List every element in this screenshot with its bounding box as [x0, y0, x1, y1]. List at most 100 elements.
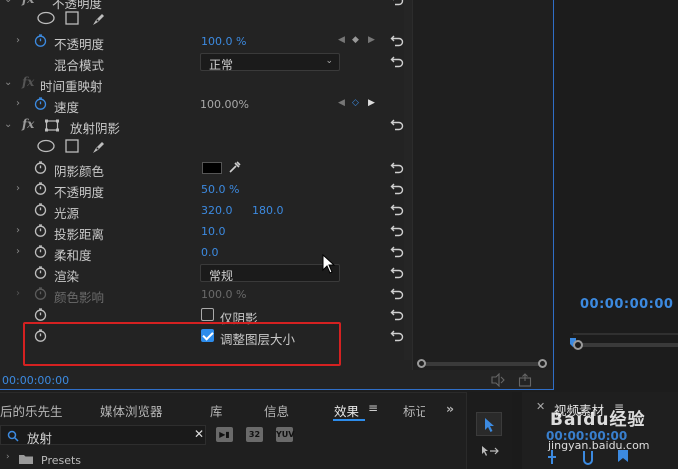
- tab-project[interactable]: 后的乐先生: [0, 401, 63, 420]
- ellipse-mask-icon[interactable]: [37, 11, 55, 25]
- checkbox-label: 调整图层大小: [220, 332, 296, 347]
- projection-distance-value[interactable]: 10.0: [201, 225, 226, 238]
- reset-icon[interactable]: [390, 328, 404, 342]
- reset-icon[interactable]: [390, 202, 404, 216]
- stopwatch-icon[interactable]: [34, 161, 47, 174]
- expand-chevron-icon[interactable]: ›: [6, 452, 10, 462]
- expand-chevron-icon[interactable]: ›: [16, 35, 20, 46]
- reset-icon[interactable]: [390, 117, 404, 131]
- timeline-zoom-scrollbar[interactable]: [417, 358, 549, 370]
- property-label: 投影距离: [54, 227, 105, 242]
- close-icon[interactable]: ✕: [536, 400, 545, 413]
- rectangle-mask-icon[interactable]: [65, 139, 79, 153]
- 32bit-filter-button[interactable]: 32: [246, 427, 263, 442]
- clear-search-icon[interactable]: ✕: [194, 427, 204, 441]
- add-keyframe-icon[interactable]: ◆: [352, 35, 366, 49]
- stopwatch-icon[interactable]: [34, 224, 47, 237]
- reset-icon[interactable]: [390, 265, 404, 279]
- shadow-only-row: 仅阴影: [0, 305, 412, 326]
- tab-info[interactable]: 信息: [264, 401, 289, 420]
- scrollbar-handle-left[interactable]: [417, 359, 426, 368]
- blend-mode-dropdown[interactable]: 正常 ⌄: [200, 53, 340, 72]
- eyedropper-icon[interactable]: [228, 160, 242, 174]
- stopwatch-icon[interactable]: [34, 203, 47, 216]
- expand-chevron-icon[interactable]: ›: [16, 183, 20, 194]
- prev-keyframe-icon[interactable]: ◀: [338, 35, 352, 49]
- prev-keyframe-icon[interactable]: ◀: [338, 98, 352, 112]
- more-tabs-icon[interactable]: »: [446, 401, 454, 416]
- softness-value[interactable]: 0.0: [201, 246, 219, 259]
- reset-icon[interactable]: [390, 223, 404, 237]
- program-time-ruler[interactable]: [570, 330, 678, 360]
- stopwatch-icon[interactable]: [34, 34, 47, 47]
- stopwatch-icon[interactable]: [34, 245, 47, 258]
- next-keyframe-icon[interactable]: ▶: [368, 98, 382, 112]
- effect-controls-timeline[interactable]: [412, 0, 553, 390]
- add-keyframe-icon[interactable]: ◇: [352, 98, 366, 112]
- shadow-only-checkbox[interactable]: [201, 308, 214, 321]
- rectangle-mask-icon[interactable]: [65, 11, 79, 25]
- speed-value[interactable]: 100.00%: [200, 98, 249, 111]
- scrollbar-handle-right[interactable]: [538, 359, 547, 368]
- panel-menu-icon[interactable]: ≡: [614, 400, 624, 414]
- light-source-x[interactable]: 320.0: [201, 204, 233, 217]
- expand-chevron-icon[interactable]: ›: [16, 225, 20, 236]
- time-remap-header[interactable]: ⌄ fx 时间重映射: [0, 73, 412, 94]
- stopwatch-icon[interactable]: [34, 308, 47, 321]
- accelerated-effects-filter-icon[interactable]: ▶▮: [216, 427, 233, 442]
- color-influence-row: › 颜色影响 100.0 %: [0, 284, 412, 305]
- fx-icon[interactable]: fx: [22, 0, 34, 6]
- stopwatch-icon[interactable]: [34, 329, 47, 342]
- reset-icon[interactable]: [390, 54, 404, 68]
- light-source-y[interactable]: 180.0: [252, 204, 284, 217]
- vertical-scrollbar[interactable]: [404, 0, 412, 360]
- reset-icon[interactable]: [390, 160, 404, 174]
- effect-controls-timecode[interactable]: 00:00:00:00: [2, 374, 69, 387]
- expand-chevron-icon[interactable]: ›: [16, 98, 20, 109]
- ellipse-mask-icon[interactable]: [37, 139, 55, 153]
- expand-chevron-icon[interactable]: ›: [16, 288, 20, 299]
- collapse-chevron-icon[interactable]: ⌄: [4, 77, 12, 88]
- reset-icon[interactable]: [390, 33, 404, 47]
- yuv-filter-button[interactable]: YUV: [276, 427, 294, 442]
- stopwatch-icon[interactable]: [34, 182, 47, 195]
- collapse-chevron-icon[interactable]: ⌄: [4, 0, 12, 5]
- export-icon[interactable]: [518, 373, 532, 387]
- media-timecode[interactable]: 00:00:00:00: [546, 429, 627, 443]
- stopwatch-icon[interactable]: [34, 266, 47, 279]
- next-keyframe-icon[interactable]: ▶: [368, 35, 382, 49]
- scrollbar-track[interactable]: [423, 362, 541, 366]
- effects-search-input[interactable]: 放射 ✕: [0, 425, 206, 446]
- reset-icon[interactable]: [390, 181, 404, 195]
- tab-effects[interactable]: 效果: [334, 401, 359, 420]
- reset-icon[interactable]: [390, 244, 404, 258]
- render-dropdown[interactable]: 常规: [200, 264, 340, 283]
- expand-chevron-icon[interactable]: ›: [16, 246, 20, 257]
- selection-tool-button[interactable]: [476, 412, 502, 436]
- pen-mask-icon[interactable]: [91, 11, 107, 27]
- media-transport-icons[interactable]: [546, 448, 666, 466]
- transform-box-icon[interactable]: [44, 119, 60, 132]
- opacity-value[interactable]: 100.0 %: [201, 35, 246, 48]
- collapse-chevron-icon[interactable]: ⌄: [4, 119, 12, 130]
- reset-icon[interactable]: [390, 307, 404, 321]
- tab-library[interactable]: 库: [210, 401, 223, 420]
- reset-icon[interactable]: [390, 0, 404, 6]
- shadow-opacity-value[interactable]: 50.0 %: [201, 183, 239, 196]
- program-timecode[interactable]: 00:00:00:00: [580, 297, 673, 312]
- property-label: 光源: [54, 206, 80, 221]
- color-swatch[interactable]: [202, 162, 222, 174]
- fx-icon[interactable]: fx: [22, 117, 34, 131]
- play-audio-icon[interactable]: [490, 373, 506, 387]
- radial-shadow-header[interactable]: ⌄ fx 放射阴影: [0, 115, 412, 136]
- tab-markers[interactable]: 标记: [403, 401, 425, 420]
- projection-distance-row: › 投影距离 10.0: [0, 221, 412, 242]
- stopwatch-icon[interactable]: [34, 97, 47, 110]
- reset-icon[interactable]: [390, 286, 404, 300]
- resize-layer-checkbox[interactable]: [201, 329, 214, 342]
- pen-mask-icon[interactable]: [91, 139, 107, 155]
- panel-menu-icon[interactable]: ≡: [368, 401, 378, 415]
- tab-media-browser[interactable]: 媒体浏览器: [100, 401, 163, 420]
- tree-item-presets[interactable]: Presets: [41, 454, 81, 467]
- track-select-tool-icon[interactable]: [481, 444, 501, 458]
